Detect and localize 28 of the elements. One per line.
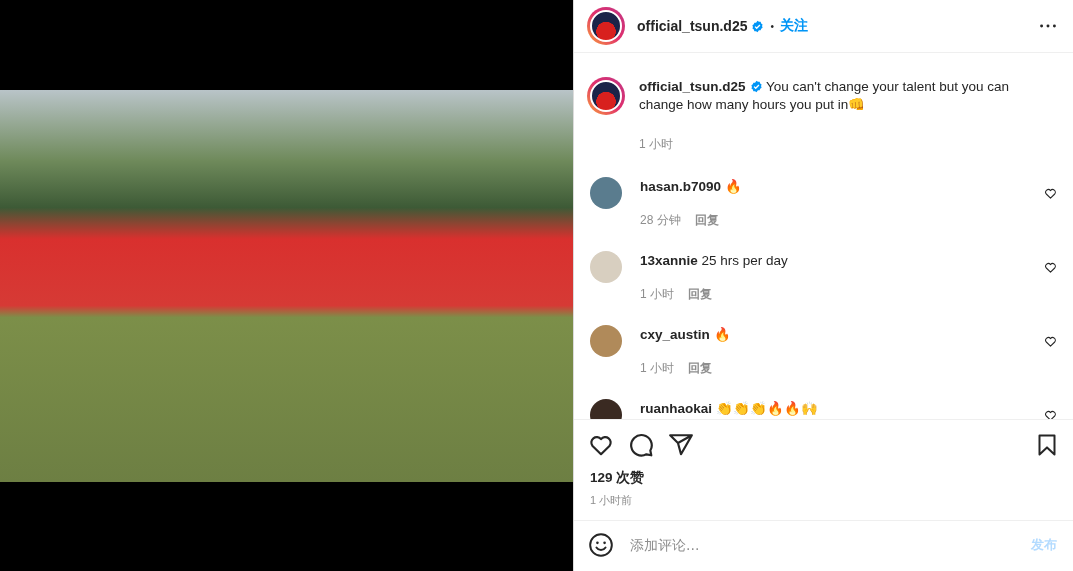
timestamp: 1 小时 (640, 286, 674, 303)
heart-icon[interactable] (1044, 409, 1057, 419)
caption-text: official_tsun.d25 You can't change your talent but you can change how many hours you put in👊 (639, 78, 1011, 114)
timestamp: 1 小时 (640, 360, 674, 377)
comment-text: cxy_austin 🔥 (640, 326, 732, 344)
avatar[interactable] (587, 77, 625, 115)
heart-icon[interactable] (1044, 187, 1057, 200)
username[interactable]: official_tsun.d25 (639, 79, 746, 94)
username[interactable]: ruanhaokai (640, 401, 713, 416)
timestamp: 1 小时前 (589, 493, 634, 508)
emoji-icon[interactable] (588, 532, 614, 558)
avatar[interactable] (587, 7, 625, 45)
timestamp: 1 小时 (639, 136, 673, 153)
timestamp: 28 分钟 (640, 212, 681, 229)
separator-dot: • (770, 20, 774, 32)
heart-icon[interactable] (1044, 335, 1057, 348)
comment-input[interactable]: 添加评论... (628, 536, 1017, 554)
like-count[interactable]: 129 次赞 (574, 464, 1073, 487)
username[interactable]: cxy_austin (640, 327, 710, 342)
comment-icon[interactable] (628, 432, 654, 458)
username[interactable]: official_tsun.d25 (637, 18, 748, 34)
username[interactable]: hasan.b7090 (640, 179, 722, 194)
username[interactable]: 13xannie (640, 253, 698, 268)
comment-text: hasan.b7090 🔥 (640, 178, 743, 196)
comment-text: 13xannie 25 hrs per day (640, 252, 789, 270)
heart-icon[interactable] (1044, 261, 1057, 274)
send-icon[interactable] (668, 432, 694, 458)
comment-text: ruanhaokai 👏👏👏🔥🔥🙌 (640, 400, 819, 418)
